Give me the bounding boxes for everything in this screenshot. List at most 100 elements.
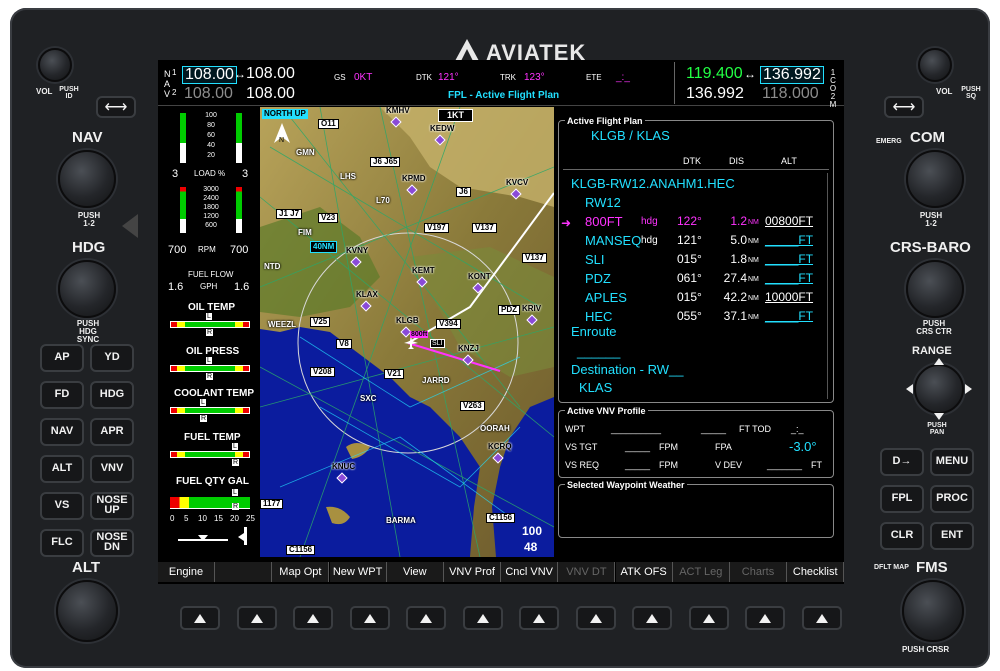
nav-swap-button[interactable]: ⟷	[96, 96, 136, 118]
map-label-v25[interactable]: V25	[310, 317, 331, 327]
ap-button-nose-up[interactable]: NOSE UP	[90, 492, 134, 520]
fms-knob[interactable]	[902, 580, 964, 642]
fpl-destination[interactable]: Destination - RW__	[571, 363, 683, 376]
hdg-knob[interactable]	[58, 260, 116, 318]
map-label-l70[interactable]: L70	[374, 197, 392, 205]
fpl-row-waypoint[interactable]: HEC	[585, 310, 612, 323]
fpl-origin-dest[interactable]: KLGB / KLAS	[591, 129, 670, 142]
map-label-gmn[interactable]: GMN	[294, 149, 317, 157]
vol-id-knob[interactable]	[38, 48, 72, 82]
fms-button-fpl[interactable]: FPL	[880, 485, 924, 513]
map-label-kcrq[interactable]: KCRQ	[486, 443, 514, 451]
ap-button-vs[interactable]: VS	[40, 492, 84, 520]
map-label-c1156[interactable]: C1156	[486, 513, 516, 523]
softkey-label-charts[interactable]: Charts	[730, 562, 787, 582]
softkey-label-new-wpt[interactable]: New WPT	[329, 562, 387, 582]
fpl-blank-slot[interactable]: ______	[577, 345, 620, 358]
fpl-row-altitude[interactable]: 10000FT	[765, 291, 813, 303]
map-label-v394[interactable]: V394	[436, 319, 461, 329]
map-label-kmhv[interactable]: KMHV	[384, 107, 412, 115]
map-label-ntd[interactable]: NTD	[262, 263, 282, 271]
ap-button-apr[interactable]: APR	[90, 418, 134, 446]
map-label-lhs[interactable]: LHS	[338, 173, 358, 181]
fpl-enroute[interactable]: Enroute	[571, 325, 617, 338]
map-label-barma[interactable]: BARMA	[384, 517, 418, 525]
map-label-klax[interactable]: KLAX	[354, 291, 380, 299]
map-label-j1-j7[interactable]: J1 J7	[276, 209, 303, 219]
ap-button-fd[interactable]: FD	[40, 381, 84, 409]
north-up-label[interactable]: NORTH UP	[262, 109, 308, 119]
fpl-dest-airport[interactable]: KLAS	[579, 381, 612, 394]
map-label-jarrd[interactable]: JARRD	[420, 377, 452, 385]
softkey-label-view[interactable]: View	[386, 562, 444, 582]
softkey-button[interactable]	[180, 606, 220, 630]
fpl-row-waypoint[interactable]: APLES	[585, 291, 627, 304]
fms-button-ent[interactable]: ENT	[930, 522, 974, 550]
nav1-active-freq[interactable]: 108.00	[182, 66, 237, 84]
softkey-label-vnv-dt[interactable]: VNV DT	[558, 562, 616, 582]
fms-button-clr[interactable]: CLR	[880, 522, 924, 550]
ap-button-alt[interactable]: ALT	[40, 455, 84, 483]
map-label-weezl[interactable]: WEEZL	[266, 321, 298, 329]
vol-sq-knob[interactable]	[918, 48, 952, 82]
com2-active-freq[interactable]: 136.992	[686, 86, 744, 102]
softkey-button[interactable]	[575, 606, 616, 630]
crs-baro-knob[interactable]	[906, 260, 964, 318]
map-label-oorah[interactable]: OORAH	[478, 425, 512, 433]
map-label-kvny[interactable]: KVNY	[344, 247, 370, 255]
range-knob[interactable]	[914, 364, 964, 414]
ap-button-nose-dn[interactable]: NOSE DN	[90, 529, 134, 557]
ap-button-flc[interactable]: FLC	[40, 529, 84, 557]
map-label-v263[interactable]: V263	[460, 401, 485, 411]
fpl-row-altitude[interactable]: _____FT	[765, 234, 813, 246]
nav2-active-freq[interactable]: 108.00	[184, 86, 233, 102]
softkey-button[interactable]	[801, 606, 842, 630]
map-label-kemt[interactable]: KEMT	[410, 267, 437, 275]
map-label-1177[interactable]: 1177	[260, 499, 284, 509]
fpl-row-altitude[interactable]: _____FT	[765, 310, 813, 322]
fpl-row-altitude[interactable]: 00800FT	[765, 215, 813, 227]
map-label-fim[interactable]: FIM	[296, 229, 314, 237]
ap-button-hdg[interactable]: HDG	[90, 381, 134, 409]
map-label-v137[interactable]: V137	[472, 223, 497, 233]
map-label-v197[interactable]: V197	[424, 223, 449, 233]
fms-button-d[interactable]: D→	[880, 448, 924, 476]
fpl-row-altitude[interactable]: _____FT	[765, 253, 813, 265]
fpl-row-waypoint[interactable]: PDZ	[585, 272, 611, 285]
softkey-label-checklist[interactable]: Checklist	[787, 562, 845, 582]
map-label-kont[interactable]: KONT	[466, 273, 493, 281]
softkey-label-engine[interactable]: Engine	[158, 562, 215, 582]
map-label-klgb[interactable]: KLGB	[394, 317, 421, 325]
map-label-sxc[interactable]: SXC	[358, 395, 378, 403]
ap-button-yd[interactable]: YD	[90, 344, 134, 372]
ap-button-vnv[interactable]: VNV	[90, 455, 134, 483]
softkey-button[interactable]	[745, 606, 785, 630]
map-label-v137[interactable]: V137	[522, 253, 547, 263]
map-label-j6[interactable]: J6	[456, 187, 471, 197]
fpl-row-waypoint[interactable]: SLI	[585, 253, 605, 266]
fpl-row-waypoint[interactable]: MANSEQ	[585, 234, 641, 247]
ap-button-ap[interactable]: AP	[40, 344, 84, 372]
map-label-c1156[interactable]: C1156	[286, 545, 316, 555]
softkey-button[interactable]	[462, 606, 503, 630]
softkey-label-vnv-prof[interactable]: VNV Prof	[444, 562, 501, 582]
com1-active-freq[interactable]: 119.400	[686, 66, 743, 82]
com-knob[interactable]	[906, 150, 964, 208]
map-label-pdz[interactable]: PDZ	[498, 305, 520, 315]
fpl-route[interactable]: KLGB-RW12.ANAHM1.HEC	[571, 177, 735, 190]
fms-button-menu[interactable]: MENU	[930, 448, 974, 476]
vnv-fpa-value[interactable]: -3.0°	[789, 440, 817, 453]
softkey-label-atk-ofs[interactable]: ATK OFS	[615, 562, 673, 582]
com-swap-button[interactable]: ⟷	[884, 96, 924, 118]
nav1-standby-freq[interactable]: 108.00	[246, 66, 295, 82]
map-label-v21[interactable]: V21	[384, 369, 405, 379]
com1-standby-freq[interactable]: 136.992	[760, 66, 824, 84]
softkey-button[interactable]	[349, 606, 390, 630]
map-label-kpmd[interactable]: KPMD	[400, 175, 428, 183]
softkey-label-act-leg[interactable]: ACT Leg	[672, 562, 730, 582]
map-label-j6-j65[interactable]: J6 J65	[370, 157, 401, 167]
moving-map[interactable]: NORTH UP N 1KT 40NM KMHV O11 KEDW GMN LHS J6 …	[260, 107, 554, 557]
fpl-scrollbar[interactable]	[827, 173, 831, 399]
softkey-label-map-opt[interactable]: Map Opt	[272, 562, 330, 582]
ap-button-nav[interactable]: NAV	[40, 418, 84, 446]
